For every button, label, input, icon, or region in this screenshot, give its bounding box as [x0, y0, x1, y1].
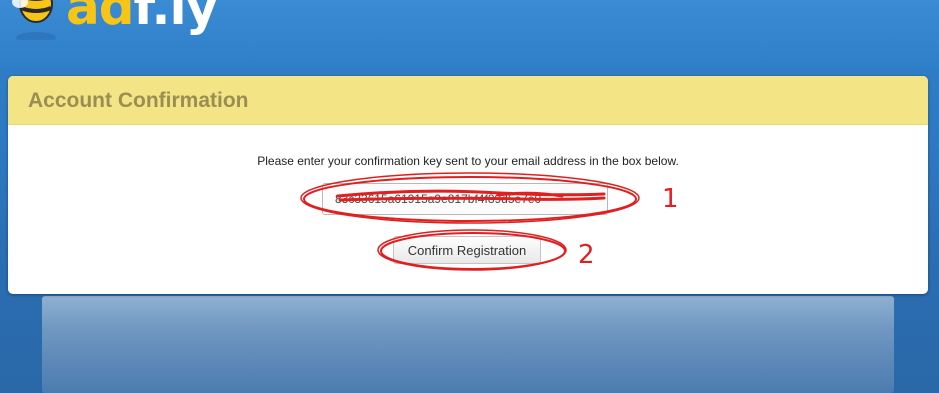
- confirmation-key-input[interactable]: [322, 183, 608, 215]
- account-confirmation-panel: Account Confirmation Please enter your c…: [8, 76, 928, 294]
- logo-text-fly: f.ly: [133, 0, 219, 36]
- panel-header: Account Confirmation: [8, 76, 928, 125]
- adfly-logo[interactable]: adf.ly: [10, 0, 218, 50]
- logo-text-ad: ad: [66, 0, 135, 36]
- logo-text: adf.ly: [66, 0, 219, 36]
- content-area-background: [42, 296, 894, 393]
- bee-icon: [12, 0, 56, 40]
- annotation-number-1: 1: [662, 184, 679, 214]
- page-title: Account Confirmation: [28, 89, 249, 112]
- annotation-number-2: 2: [578, 240, 595, 270]
- confirm-registration-button[interactable]: Confirm Registration: [393, 236, 541, 264]
- instructions-text: Please enter your confirmation key sent …: [257, 154, 679, 168]
